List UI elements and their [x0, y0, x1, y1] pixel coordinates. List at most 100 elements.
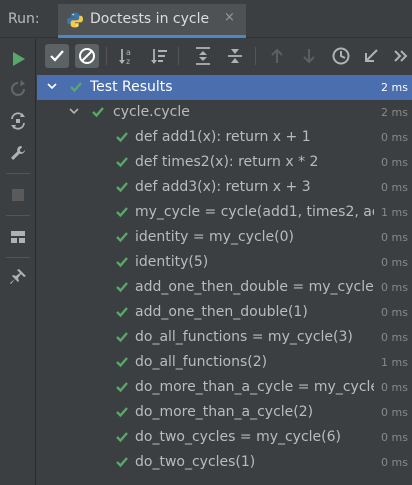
duration-label: 1 ms [374, 206, 408, 219]
rerun-failed-icon [8, 79, 28, 99]
duration-label: 0 ms [374, 431, 408, 444]
more-icon[interactable] [389, 44, 412, 68]
tree-node-label: def add1(x): return x + 1 [135, 129, 311, 145]
check-icon [115, 305, 129, 319]
stop-icon [8, 185, 28, 205]
svg-text:a: a [126, 48, 131, 57]
left-toolbar [0, 39, 36, 485]
check-icon [115, 380, 129, 394]
check-icon [115, 430, 129, 444]
tree-toolbar: az [37, 39, 412, 73]
check-icon [69, 80, 83, 94]
tree-node-test[interactable]: identity(5) 0 ms [37, 250, 412, 275]
duration-label: 0 ms [374, 331, 408, 344]
toolbar-divider [255, 47, 256, 65]
check-icon [115, 130, 129, 144]
tree-node-label: add_one_then_double(1) [135, 304, 308, 320]
check-icon [115, 180, 129, 194]
duration-label: 1 ms [374, 356, 408, 369]
import-tests-icon[interactable] [359, 44, 383, 68]
tree-node-label: def times2(x): return x * 2 [135, 154, 319, 170]
check-icon [115, 330, 129, 344]
duration-label: 2 ms [374, 81, 408, 94]
tree-node-test[interactable]: def add3(x): return x + 3 0 ms [37, 175, 412, 200]
tree-node-test[interactable]: do_two_cycles(1) 0 ms [37, 450, 412, 475]
chevron-down-icon[interactable] [45, 79, 59, 93]
check-icon [91, 105, 105, 119]
tree-node-test[interactable]: do_all_functions(2) 1 ms [37, 350, 412, 375]
run-label: Run: [8, 11, 40, 27]
tree-node-label: identity(5) [135, 254, 209, 270]
run-tool-window-header: Run: Doctests in cycle × [0, 0, 412, 38]
toolbar-divider [6, 173, 30, 174]
tree-node-test[interactable]: do_all_functions = my_cycle(3) 0 ms [37, 325, 412, 350]
collapse-all-icon[interactable] [223, 44, 247, 68]
check-icon [115, 405, 129, 419]
tree-node-test[interactable]: identity = my_cycle(0) 0 ms [37, 225, 412, 250]
tree-node-test[interactable]: do_two_cycles = my_cycle(6) 0 ms [37, 425, 412, 450]
toolbar-divider [6, 215, 30, 216]
toolbar-divider [106, 47, 107, 65]
duration-label: 0 ms [374, 306, 408, 319]
check-icon [115, 155, 129, 169]
svg-text:z: z [126, 57, 130, 66]
test-results-tree: Test Results 2 ms cycle.cycle 2 ms def a… [37, 73, 412, 485]
tree-node-label: do_more_than_a_cycle(2) [135, 404, 314, 420]
duration-label: 2 ms [374, 106, 408, 119]
tree-node-label: cycle.cycle [113, 104, 190, 120]
tree-node-label: def add3(x): return x + 3 [135, 179, 311, 195]
check-icon [115, 205, 129, 219]
duration-label: 0 ms [374, 381, 408, 394]
show-passed-icon[interactable] [45, 44, 69, 68]
tree-node-label: identity = my_cycle(0) [135, 229, 294, 245]
tree-node-label: my_cycle = cycle(add1, times2, add3) [135, 204, 375, 220]
layout-icon[interactable] [8, 227, 28, 247]
tree-node-label: do_all_functions = my_cycle(3) [135, 329, 353, 345]
tree-node-test-results[interactable]: Test Results 2 ms [37, 75, 412, 100]
tab-title: Doctests in cycle [90, 11, 210, 27]
tree-node-label: do_all_functions(2) [135, 354, 268, 370]
toolbar-divider [178, 47, 179, 65]
duration-label: 0 ms [374, 231, 408, 244]
close-icon[interactable]: × [224, 10, 235, 25]
tree-node-label: do_two_cycles(1) [135, 454, 256, 470]
pin-icon[interactable] [8, 267, 28, 287]
tab-doctests-in-cycle[interactable]: Doctests in cycle × [58, 4, 246, 38]
sort-alpha-icon[interactable]: az [115, 44, 139, 68]
duration-label: 0 ms [374, 406, 408, 419]
check-icon [115, 280, 129, 294]
tree-node-test[interactable]: my_cycle = cycle(add1, times2, add3)1 ms [37, 200, 412, 225]
duration-label: 0 ms [374, 456, 408, 469]
duration-label: 0 ms [374, 156, 408, 169]
tree-node-test[interactable]: add_one_then_double(1) 0 ms [37, 300, 412, 325]
tree-node-test[interactable]: add_one_then_double = my_cycle(1) 0 ms [37, 275, 412, 300]
previous-failed-icon [265, 44, 289, 68]
toolbar-divider [6, 257, 30, 258]
rerun-icon[interactable] [8, 49, 28, 69]
check-icon [115, 255, 129, 269]
show-ignored-icon[interactable] [75, 44, 99, 68]
tree-node-test[interactable]: do_more_than_a_cycle(2) 0 ms [37, 400, 412, 425]
sort-duration-icon[interactable] [147, 44, 171, 68]
next-failed-icon [297, 44, 321, 68]
duration-label: 0 ms [374, 131, 408, 144]
duration-label: 0 ms [374, 181, 408, 194]
chevron-down-icon[interactable] [67, 104, 81, 118]
tree-node-label: Test Results [90, 79, 173, 95]
python-icon [66, 11, 84, 29]
tree-node-test[interactable]: do_more_than_a_cycle = my_cycle(4) 0 ms [37, 375, 412, 400]
test-history-icon[interactable] [329, 44, 353, 68]
tree-node-test[interactable]: def times2(x): return x * 2 0 ms [37, 150, 412, 175]
tree-node-label: do_more_than_a_cycle = my_cycle(4) [135, 379, 375, 395]
wrench-icon[interactable] [8, 143, 28, 163]
tree-node-label: add_one_then_double = my_cycle(1) [135, 279, 375, 295]
check-icon [115, 455, 129, 469]
check-icon [115, 355, 129, 369]
duration-label: 0 ms [374, 281, 408, 294]
expand-all-icon[interactable] [191, 44, 215, 68]
tree-node-suite[interactable]: cycle.cycle 2 ms [37, 100, 412, 125]
toggle-auto-test-icon[interactable] [8, 111, 28, 131]
tree-node-label: do_two_cycles = my_cycle(6) [135, 429, 342, 445]
tree-node-test[interactable]: def add1(x): return x + 1 0 ms [37, 125, 412, 150]
duration-label: 0 ms [374, 256, 408, 269]
